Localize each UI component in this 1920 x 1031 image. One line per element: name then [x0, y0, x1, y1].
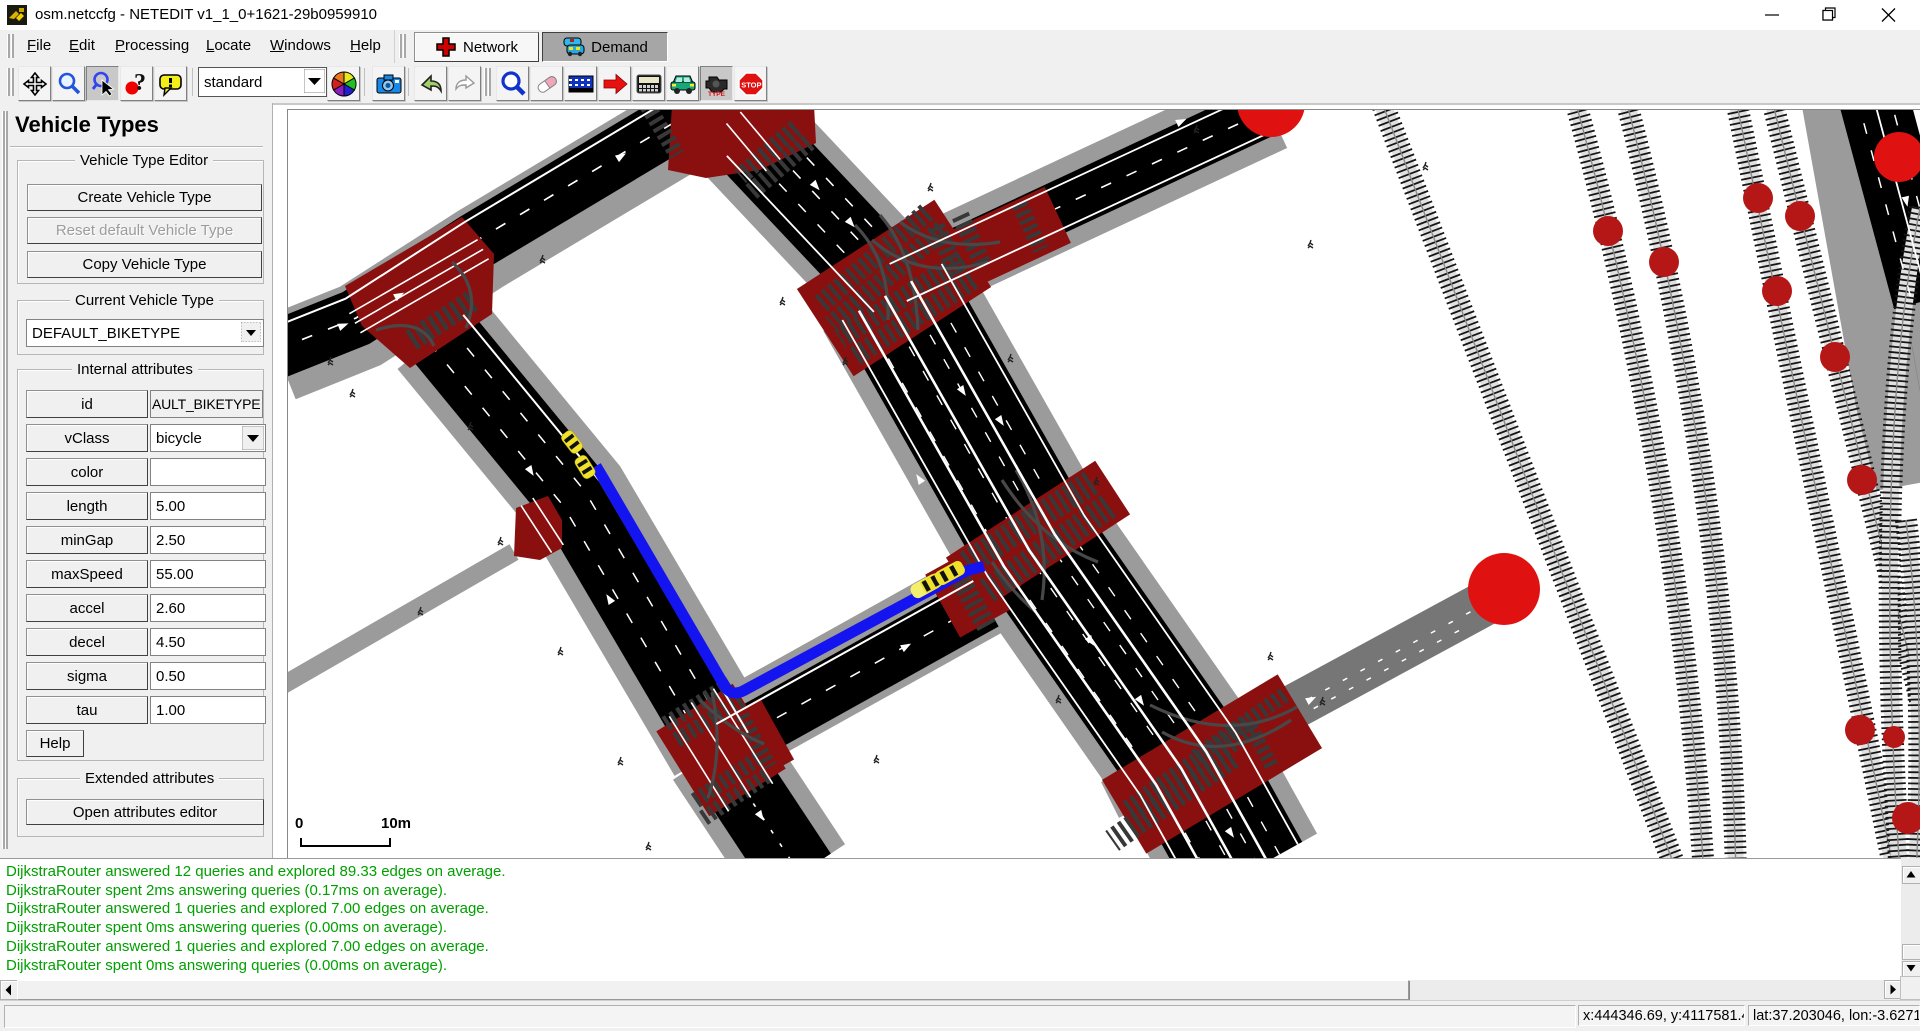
svg-text:10m: 10m [381, 815, 411, 832]
svg-text:0: 0 [295, 815, 303, 832]
svg-text:?: ? [134, 71, 146, 96]
svg-text:TYPE: TYPE [708, 91, 726, 97]
svg-text:STOP: STOP [741, 80, 761, 89]
